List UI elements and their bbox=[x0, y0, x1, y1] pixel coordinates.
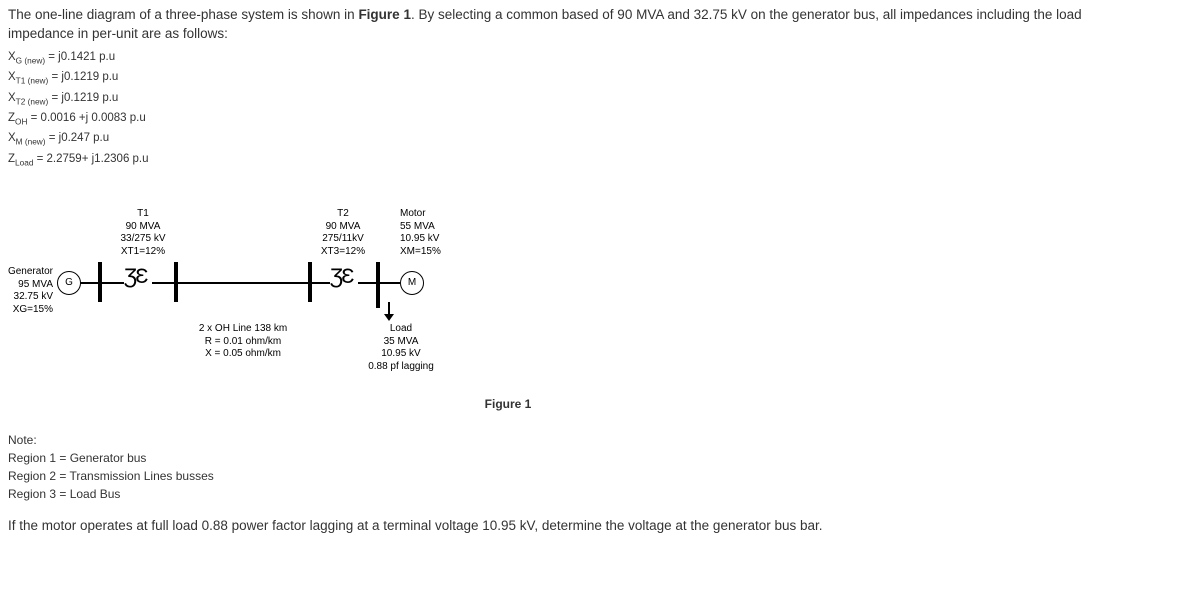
wire bbox=[152, 282, 174, 284]
motor-icon: M bbox=[400, 271, 424, 295]
motor-label: Motor 55 MVA 10.95 kV XM=15% bbox=[400, 208, 470, 258]
figure-caption: Figure 1 bbox=[268, 396, 748, 413]
note-title: Note: bbox=[8, 433, 37, 447]
t2-label: T2 90 MVA 275/11kV XT3=12% bbox=[308, 208, 378, 258]
pu-xt1: XT1 (new) = j0.1219 p.u bbox=[8, 68, 1192, 88]
load-label: Load 35 MVA 10.95 kV 0.88 pf lagging bbox=[356, 323, 446, 373]
pu-zoh: ZOH = 0.0016 +j 0.0083 p.u bbox=[8, 109, 1192, 129]
oh-line bbox=[178, 282, 308, 284]
question-text: If the motor operates at full load 0.88 … bbox=[8, 517, 1192, 536]
note-r3: Region 3 = Load Bus bbox=[8, 487, 120, 501]
pu-xg: XG (new) = j0.1421 p.u bbox=[8, 48, 1192, 68]
wire bbox=[380, 282, 400, 284]
intro-text-b: . By selecting a common based of 90 MVA … bbox=[411, 7, 1082, 22]
generator-icon: G bbox=[57, 271, 81, 295]
transformer-t2-icon: ƷԐ bbox=[330, 270, 352, 286]
problem-intro: The one-line diagram of a three-phase sy… bbox=[8, 6, 1192, 44]
note-block: Note: Region 1 = Generator bus Region 2 … bbox=[8, 431, 1192, 503]
bus-4 bbox=[376, 262, 380, 308]
intro-text-c: impedance in per-unit are as follows: bbox=[8, 26, 228, 41]
per-unit-list: XG (new) = j0.1421 p.u XT1 (new) = j0.12… bbox=[8, 48, 1192, 170]
pu-xm: XM (new) = j0.247 p.u bbox=[8, 129, 1192, 149]
wire bbox=[102, 282, 124, 284]
intro-fig-ref: Figure 1 bbox=[358, 7, 411, 22]
intro-text-a: The one-line diagram of a three-phase sy… bbox=[8, 7, 358, 22]
transformer-t1-icon: ƷԐ bbox=[124, 270, 146, 286]
wire bbox=[80, 282, 98, 284]
note-r2: Region 2 = Transmission Lines busses bbox=[8, 469, 214, 483]
note-r1: Region 1 = Generator bus bbox=[8, 451, 146, 465]
gen-label: Generator 95 MVA 32.75 kV XG=15% bbox=[0, 266, 53, 316]
t1-label: T1 90 MVA 33/275 kV XT1=12% bbox=[103, 208, 183, 258]
figure-1: Generator 95 MVA 32.75 kV XG=15% G T1 90… bbox=[8, 188, 1192, 413]
pu-zload: ZLoad = 2.2759+ j1.2306 p.u bbox=[8, 150, 1192, 170]
arrow-down-icon bbox=[384, 314, 394, 321]
wire bbox=[312, 282, 330, 284]
pu-xt2: XT2 (new) = j0.1219 p.u bbox=[8, 89, 1192, 109]
ohl-label: 2 x OH Line 138 km R = 0.01 ohm/km X = 0… bbox=[183, 323, 303, 361]
wire bbox=[358, 282, 376, 284]
